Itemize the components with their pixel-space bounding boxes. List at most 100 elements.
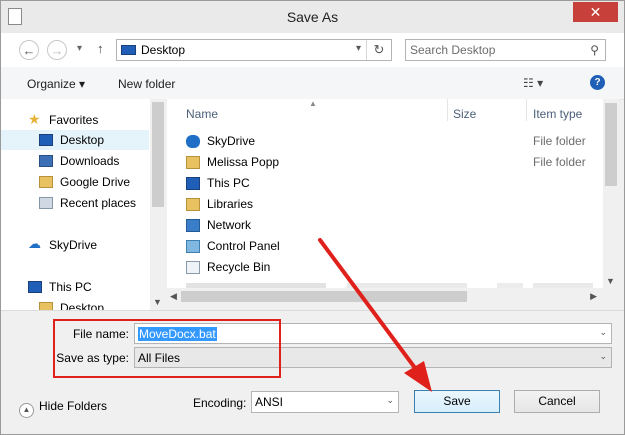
forward-button[interactable]: → <box>47 40 67 60</box>
sidebar-favorites[interactable]: ★ Favorites <box>1 110 149 130</box>
sidebar-item-label: Google Drive <box>60 175 131 189</box>
navigation-pane-scrollbar[interactable]: ▼ <box>150 99 166 310</box>
sidebar-this-pc-label: This PC <box>49 280 92 294</box>
computer-icon <box>28 281 42 293</box>
file-name: Control Panel <box>207 239 280 253</box>
scroll-right-icon[interactable]: ▶ <box>590 291 597 302</box>
sidebar-item-label: Recent places <box>60 196 137 210</box>
file-name: Network <box>207 218 252 232</box>
pane-divider <box>1 310 624 311</box>
list-item[interactable] <box>167 278 603 288</box>
column-header-item-type[interactable]: Item type <box>533 107 582 121</box>
file-name-field[interactable]: MoveDocx.bat ⌄ <box>134 323 612 344</box>
address-dropdown-icon[interactable]: ▾ <box>356 43 361 54</box>
file-name: Recycle Bin <box>207 260 271 274</box>
sidebar-item-recent-places[interactable]: Recent places <box>1 193 149 213</box>
sidebar-pc-desktop-label: Desktop <box>60 301 105 310</box>
sidebar-favorites-label: Favorites <box>49 113 99 127</box>
network-icon <box>186 219 200 232</box>
collapse-icon: ▲ <box>19 403 34 418</box>
file-name: SkyDrive <box>207 134 256 148</box>
list-item[interactable]: Network <box>167 215 603 236</box>
encoding-select[interactable]: ANSI ⌄ <box>251 391 399 413</box>
save-as-type-value: All Files <box>138 351 181 365</box>
sidebar-item-label: Downloads <box>60 154 120 168</box>
organize-menu[interactable]: Organize ▾ <box>27 77 85 91</box>
sort-ascending-icon: ▲ <box>309 99 317 108</box>
up-button[interactable]: ↑ <box>97 41 104 56</box>
file-name: This PC <box>207 176 250 190</box>
scrollbar-thumb[interactable] <box>181 291 467 302</box>
horizontal-scrollbar[interactable]: ◀ ▶ <box>167 288 619 306</box>
new-folder-button[interactable]: New folder <box>118 77 175 91</box>
dialog-footer: ▲ Hide Folders Encoding: ANSI ⌄ Save Canc… <box>1 384 624 434</box>
file-list: ▲ Name Size Item type SkyDrive File fold… <box>167 99 603 288</box>
close-button[interactable]: ✕ <box>573 2 618 22</box>
column-header-size[interactable]: Size <box>453 107 476 121</box>
folder-icon <box>39 302 53 310</box>
address-bar[interactable]: Desktop ▾ ↻ <box>116 39 392 61</box>
file-type: File folder <box>533 134 586 148</box>
column-divider[interactable] <box>447 99 448 121</box>
scroll-down-icon[interactable]: ▼ <box>153 297 162 307</box>
list-item[interactable]: This PC <box>167 173 603 194</box>
sidebar-item-desktop[interactable]: Desktop <box>1 130 149 150</box>
sidebar-item-google-drive[interactable]: Google Drive <box>1 172 149 192</box>
help-icon[interactable]: ? <box>590 75 605 90</box>
user-folder-icon <box>186 156 200 169</box>
list-item[interactable]: Libraries <box>167 194 603 215</box>
recent-locations-icon[interactable]: ▾ <box>77 43 82 54</box>
encoding-label: Encoding: <box>193 396 247 410</box>
back-button[interactable]: ← <box>19 40 39 60</box>
title-bar: Save As ✕ <box>1 1 624 33</box>
scrollbar-thumb[interactable] <box>605 103 617 186</box>
list-item[interactable]: SkyDrive File folder <box>167 131 603 152</box>
this-pc-icon <box>186 177 200 190</box>
sidebar-this-pc[interactable]: This PC <box>1 277 149 297</box>
change-view-button[interactable]: ☷ ▾ <box>523 76 543 90</box>
command-toolbar: Organize ▾ New folder ☷ ▾ ? <box>1 67 624 100</box>
sidebar-pc-desktop[interactable]: Desktop <box>1 298 149 310</box>
file-name-label: File name: <box>72 327 129 341</box>
save-as-type-label: Save as type: <box>56 351 129 365</box>
save-button[interactable]: Save <box>414 390 500 413</box>
file-list-scrollbar[interactable]: ▼ <box>603 99 619 288</box>
search-icon[interactable]: ⚲ <box>590 43 599 57</box>
list-item[interactable]: Melissa Popp File folder <box>167 152 603 173</box>
hide-folders-button[interactable]: ▲ Hide Folders <box>19 399 107 418</box>
scroll-down-icon[interactable]: ▼ <box>606 276 615 286</box>
search-input[interactable] <box>410 42 580 58</box>
column-divider[interactable] <box>526 99 527 121</box>
search-box[interactable]: ⚲ <box>405 39 606 61</box>
downloads-icon <box>39 155 53 167</box>
sidebar-skydrive[interactable]: ☁ SkyDrive <box>1 235 149 255</box>
libraries-icon <box>186 198 200 211</box>
list-item[interactable]: Recycle Bin <box>167 257 603 278</box>
desktop-icon <box>121 45 136 55</box>
refresh-button[interactable]: ↻ <box>366 40 391 60</box>
file-name-value: MoveDocx.bat <box>138 327 217 341</box>
scroll-left-icon[interactable]: ◀ <box>170 291 177 302</box>
file-name: Melissa Popp <box>207 155 280 169</box>
hide-folders-label: Hide Folders <box>39 399 108 413</box>
chevron-down-icon[interactable]: ⌄ <box>599 327 607 338</box>
cancel-button[interactable]: Cancel <box>514 390 600 413</box>
cloud-icon: ☁ <box>28 236 41 251</box>
sidebar-skydrive-label: SkyDrive <box>49 238 98 252</box>
sidebar-item-label: Desktop <box>60 133 105 147</box>
save-as-type-select[interactable]: All Files ⌄ <box>134 347 612 368</box>
navigation-pane: ★ Favorites Desktop Downloads Google Dri… <box>1 99 166 310</box>
chevron-down-icon[interactable]: ⌄ <box>386 395 394 406</box>
desktop-icon <box>39 134 53 146</box>
scrollbar-thumb[interactable] <box>152 102 164 207</box>
address-text: Desktop <box>141 43 186 57</box>
dialog-title: Save As <box>286 9 339 25</box>
list-item[interactable]: Control Panel <box>167 236 603 257</box>
sidebar-item-downloads[interactable]: Downloads <box>1 151 149 171</box>
recent-places-icon <box>39 197 53 209</box>
chevron-down-icon[interactable]: ⌄ <box>599 351 607 362</box>
control-panel-icon <box>186 240 200 253</box>
google-drive-icon <box>39 176 53 188</box>
column-header-name[interactable]: Name <box>186 107 218 121</box>
navigation-bar: ← → ▾ ↑ Desktop ▾ ↻ ⚲ <box>1 33 624 67</box>
